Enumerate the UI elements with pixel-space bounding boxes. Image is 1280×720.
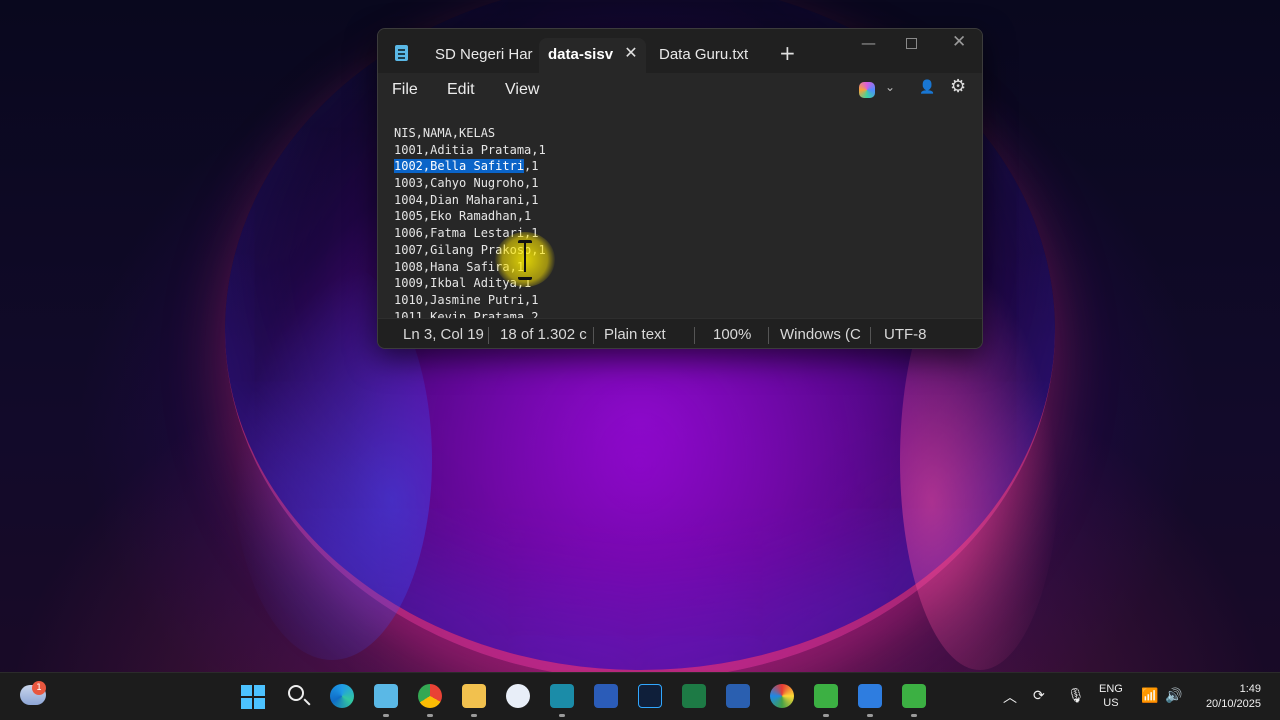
editor-line: 1005,Eko Ramadhan,1	[394, 209, 532, 224]
menu-edit[interactable]: Edit	[447, 81, 475, 99]
running-indicator	[383, 714, 389, 717]
maximize-button[interactable]	[906, 38, 917, 49]
taskbar: 1 ︿ ⟳ 🎙 ENG US 📶 🔊 1:49 20/10/2025	[0, 672, 1280, 720]
tab-data-guru[interactable]: Data Guru.txt	[659, 38, 769, 73]
text-cursor-icon	[518, 240, 532, 280]
volume-icon[interactable]: 🔊	[1165, 687, 1182, 704]
photoshop-icon[interactable]	[638, 684, 662, 708]
microphone-icon[interactable]: 🎙	[1067, 687, 1085, 704]
selection-remainder: ,1	[524, 159, 539, 174]
editor-line: 1008,Hana Safira,1	[394, 259, 525, 274]
close-window-button[interactable]: ✕	[952, 32, 966, 52]
clock-time: 1:49	[1239, 683, 1261, 695]
running-indicator	[471, 714, 477, 717]
gear-icon[interactable]: ⚙	[950, 76, 966, 97]
running-indicator	[911, 714, 917, 717]
editor-line: NIS,NAMA,KELAS	[394, 126, 496, 140]
editor-line: 1003,Cahyo Nugroho,1	[394, 176, 539, 191]
excel-icon[interactable]	[682, 684, 706, 708]
running-indicator	[823, 714, 829, 717]
menu-view[interactable]: View	[505, 81, 539, 99]
language-code: ENG	[1099, 683, 1123, 695]
editor-line: 1001,Aditia Pratama,1	[394, 142, 546, 157]
account-icon[interactable]: 👤	[919, 79, 935, 95]
menu-file[interactable]: File	[392, 81, 418, 99]
region-code: US	[1103, 697, 1119, 709]
status-position: Ln 3, Col 19	[403, 326, 484, 343]
status-divider	[593, 327, 594, 344]
clock-date: 20/10/2025	[1205, 698, 1261, 710]
running-indicator	[427, 714, 433, 717]
chevron-up-icon[interactable]: ︿	[1003, 687, 1017, 707]
tab-close-icon[interactable]: ✕	[624, 43, 638, 62]
editor-line: 1007,Gilang Prakoso,1	[394, 242, 546, 257]
editor-line-selected: 1002,Bella Safitri,1	[394, 158, 982, 175]
status-encoding[interactable]: UTF-8	[884, 326, 927, 343]
text-selection: 1002,Bella Safitri	[394, 159, 525, 174]
minimize-button[interactable]: —	[861, 34, 876, 52]
editor-line: 1006,Fatma Lestari,1	[394, 226, 539, 241]
search-icon[interactable]	[288, 685, 304, 701]
title-bar[interactable]: SD Negeri Har data-sisv ✕ Data Guru.txt …	[378, 29, 982, 73]
editor-line: 1004,Dian Maharani,1	[394, 192, 539, 207]
running-indicator	[867, 714, 873, 717]
copilot-icon[interactable]	[859, 82, 875, 98]
notification-badge: 1	[32, 681, 46, 695]
status-zoom[interactable]: 100%	[713, 326, 751, 343]
new-tab-button[interactable]: +	[779, 43, 796, 63]
chrome-icon[interactable]	[418, 684, 442, 708]
status-divider	[768, 327, 769, 344]
camtasia-icon[interactable]	[814, 684, 838, 708]
status-selection-count: 18 of 1.302 c	[500, 326, 587, 343]
camtasia-recorder-icon[interactable]	[902, 684, 926, 708]
status-divider	[694, 327, 695, 344]
sync-icon[interactable]: ⟳	[1033, 687, 1045, 704]
status-line-ending[interactable]: Windows (C	[780, 326, 864, 343]
chevron-down-icon[interactable]: ⌄	[885, 80, 895, 94]
powershell-icon[interactable]	[726, 684, 750, 708]
editor-line: 1010,Jasmine Putri,1	[394, 292, 539, 307]
language-indicator[interactable]: ENG US	[1099, 682, 1123, 710]
clock[interactable]: 1:49 20/10/2025	[1196, 682, 1261, 712]
edge-icon[interactable]	[330, 684, 354, 708]
notepad-taskbar-icon[interactable]	[374, 684, 398, 708]
status-bar: Ln 3, Col 19 18 of 1.302 c Plain text 10…	[378, 318, 982, 348]
video-app-icon[interactable]	[770, 684, 794, 708]
running-indicator	[559, 714, 565, 717]
text-editor[interactable]: NIS,NAMA,KELAS 1001,Aditia Pratama,1 100…	[378, 107, 982, 318]
file-explorer-icon[interactable]	[462, 684, 486, 708]
editor-line: 1011,Kevin Pratama,2	[394, 309, 539, 318]
notepad-window: SD Negeri Har data-sisv ✕ Data Guru.txt …	[377, 28, 983, 349]
status-format: Plain text	[604, 326, 666, 343]
wifi-icon[interactable]: 📶	[1141, 687, 1158, 704]
status-divider	[870, 327, 871, 344]
editor-line: 1009,Ikbal Aditya,1	[394, 276, 532, 291]
notepad-icon	[395, 45, 408, 61]
start-button[interactable]	[241, 685, 265, 709]
tab-sd-negeri[interactable]: SD Negeri Har	[435, 38, 535, 73]
word-icon[interactable]	[594, 684, 618, 708]
terminal-app-icon[interactable]	[550, 684, 574, 708]
menu-bar: File Edit View ⌄ 👤 ⚙	[378, 73, 982, 107]
arc-app-icon[interactable]	[858, 684, 882, 708]
status-divider	[488, 327, 489, 344]
app-store-icon[interactable]	[506, 684, 530, 708]
